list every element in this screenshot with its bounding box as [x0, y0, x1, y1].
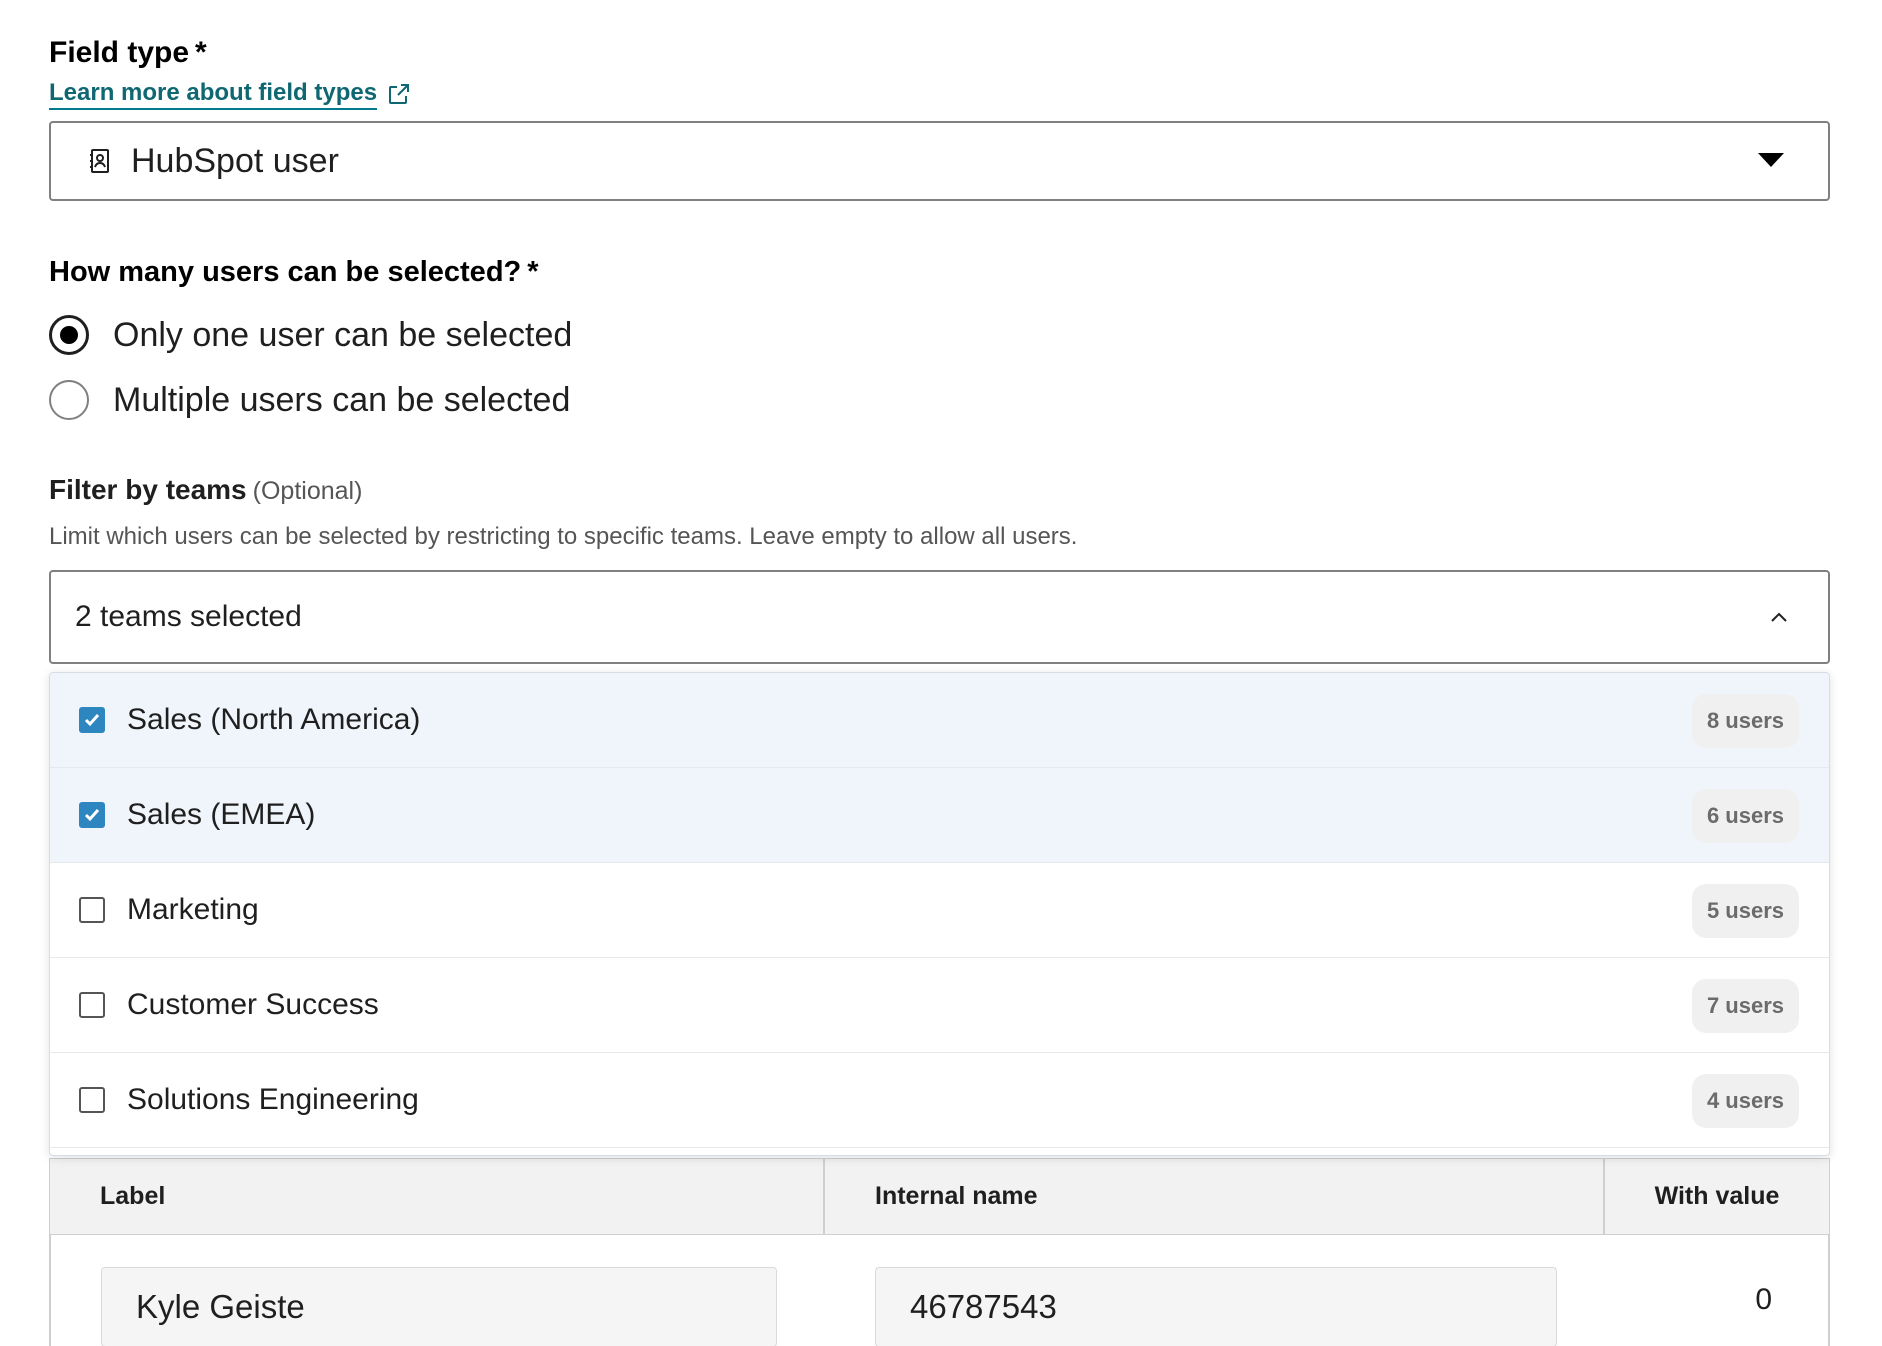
- team-option[interactable]: Customer Success 7 users: [50, 958, 1829, 1053]
- field-type-label: Field type *: [49, 36, 207, 70]
- teams-selected-summary: 2 teams selected: [75, 600, 302, 633]
- teams-dropdown-menu: Sales (North America) 8 users Sales (EME…: [49, 672, 1830, 1156]
- radio-button-unchecked[interactable]: [49, 380, 89, 420]
- with-value-count: 0: [1755, 1283, 1772, 1316]
- team-option-label: Marketing: [127, 893, 259, 926]
- users-question: How many users can be selected? *: [49, 256, 539, 289]
- option-internal-name-input[interactable]: 46787543: [875, 1267, 1557, 1346]
- required-mark: *: [195, 36, 207, 69]
- chevron-up-icon: [1771, 612, 1787, 622]
- contact-card-icon: [90, 149, 109, 173]
- external-link-icon: [389, 84, 410, 104]
- user-count-badge: 5 users: [1691, 884, 1799, 938]
- radio-button-checked[interactable]: [49, 315, 89, 355]
- learn-more-link[interactable]: Learn more about field types: [49, 78, 411, 110]
- teams-multiselect[interactable]: 2 teams selected: [49, 570, 1830, 664]
- user-count-badge: 4 users: [1691, 1074, 1799, 1128]
- field-type-value: HubSpot user: [131, 141, 339, 180]
- required-mark: *: [527, 256, 539, 288]
- team-option[interactable]: Marketing 5 users: [50, 863, 1829, 958]
- filter-teams-label-text: Filter by teams: [49, 474, 247, 505]
- radio-label: Only one user can be selected: [113, 315, 573, 354]
- radio-only-one-user[interactable]: Only one user can be selected: [49, 315, 572, 355]
- table-row: Kyle Geiste 46787543 0: [49, 1235, 1830, 1346]
- column-header-with-value: With value: [1654, 1182, 1780, 1210]
- team-option[interactable]: Sales (EMEA) 6 users: [50, 768, 1829, 863]
- checkbox-checked[interactable]: [79, 707, 105, 733]
- learn-more-text[interactable]: Learn more about field types: [49, 78, 378, 110]
- option-label-input[interactable]: Kyle Geiste: [101, 1267, 777, 1346]
- checkbox-unchecked[interactable]: [79, 1087, 105, 1113]
- column-header-internal-name: Internal name: [825, 1159, 1605, 1234]
- field-type-select[interactable]: HubSpot user: [49, 121, 1830, 201]
- filter-teams-help-text: Limit which users can be selected by res…: [49, 523, 1078, 550]
- user-count-badge: 8 users: [1691, 694, 1799, 748]
- checkbox-unchecked[interactable]: [79, 897, 105, 923]
- radio-multiple-users[interactable]: Multiple users can be selected: [49, 380, 570, 420]
- filter-teams-label: Filter by teams (Optional): [49, 474, 362, 506]
- team-option[interactable]: Sales (North America) 8 users: [50, 673, 1829, 768]
- team-option-label: Solutions Engineering: [127, 1083, 419, 1116]
- checkbox-unchecked[interactable]: [79, 992, 105, 1018]
- user-count-badge: 6 users: [1691, 789, 1799, 843]
- optional-tag: (Optional): [252, 477, 363, 505]
- team-option-label: Sales (North America): [127, 703, 421, 736]
- checkmark-icon: [84, 809, 100, 822]
- user-count-badge: 7 users: [1691, 979, 1799, 1033]
- caret-down-icon: [1758, 153, 1784, 167]
- team-option-label: Sales (EMEA): [127, 798, 316, 831]
- options-table-header: Label Internal name With value: [49, 1158, 1830, 1235]
- field-type-label-text: Field type: [49, 36, 190, 69]
- team-option-label: Customer Success: [127, 988, 379, 1021]
- checkmark-icon: [84, 714, 100, 727]
- radio-label: Multiple users can be selected: [113, 380, 571, 419]
- checkbox-checked[interactable]: [79, 802, 105, 828]
- column-header-label: Label: [50, 1159, 825, 1234]
- team-option[interactable]: Solutions Engineering 4 users: [50, 1053, 1829, 1148]
- users-question-text: How many users can be selected?: [49, 256, 522, 288]
